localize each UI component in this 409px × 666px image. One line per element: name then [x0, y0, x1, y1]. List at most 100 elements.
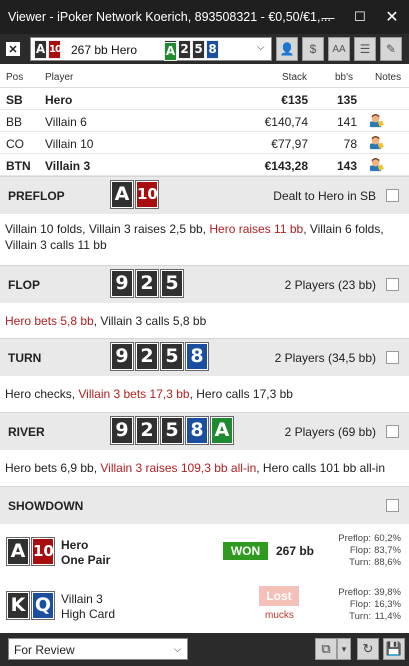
review-status-select[interactable]: For Review ⌵ — [8, 638, 188, 660]
equity-label: Turn: — [349, 611, 371, 622]
street-info: 2 Players (23 bb) — [284, 278, 376, 292]
refresh-icon[interactable]: ↻ — [357, 638, 379, 660]
header-player: Player — [45, 72, 74, 83]
equity-line: Flop: 83,7% — [335, 545, 401, 557]
street-turn-header: TURN 9258 2 Players (34,5 bb) — [0, 338, 409, 376]
player-name: Hero — [45, 93, 73, 107]
turn-cards: 9258 — [110, 342, 209, 371]
action-text: Hero bets 6,9 bb, — [5, 461, 101, 475]
player-name: Hero — [61, 538, 89, 552]
hand-select-label: 267 bb Hero — [71, 43, 138, 57]
font-size-icon[interactable]: AA — [328, 37, 350, 61]
street-info: 2 Players (69 bb) — [284, 425, 376, 439]
dropdown-chevron-icon[interactable]: ▾ — [337, 638, 351, 660]
playing-card: A — [110, 180, 134, 209]
window-titlebar: Viewer - iPoker Network Koerich, 8935083… — [0, 0, 409, 34]
playing-card: A — [164, 42, 177, 61]
dollar-icon[interactable]: $ — [302, 37, 324, 61]
playing-card: A — [6, 537, 30, 566]
review-checkbox[interactable] — [386, 351, 399, 364]
highlighted-action: Hero raises 11 bb — [209, 222, 304, 236]
equity-line: Preflop: 39,8% — [335, 587, 401, 599]
chevron-down-icon: ⌵ — [257, 42, 265, 53]
playing-card: 2 — [135, 269, 159, 298]
player-bbs: 78 — [343, 137, 357, 151]
action-text: , Hero calls 17,3 bb — [189, 387, 293, 401]
maximize-button[interactable]: ☐ — [343, 0, 377, 34]
flop-actions: Hero bets 5,8 bb, Villain 3 calls 5,8 bb — [5, 313, 403, 329]
save-icon[interactable]: 💾 — [383, 638, 405, 660]
player-position: CO — [6, 137, 24, 151]
playing-card: 9 — [110, 269, 134, 298]
showdown-player: Villain 3 High Card — [61, 592, 115, 622]
equity-value: 39,8% — [374, 587, 401, 598]
showdown-cards: A 10 — [6, 537, 55, 566]
playing-card: 5 — [192, 40, 205, 59]
equity-line: Turn: 11,4% — [335, 611, 401, 623]
header-notes: Notes — [375, 72, 402, 83]
action-text: Villain 10 folds, Villain 3 raises 2,5 b… — [5, 222, 210, 236]
player-stack: €135 — [281, 93, 308, 107]
street-river-header: RIVER 9258A 2 Players (69 bb) — [0, 412, 409, 450]
player-name: Villain 10 — [45, 137, 94, 151]
highlighted-action: Hero bets 5,8 bb — [5, 314, 94, 328]
player-stack: €143,28 — [264, 159, 308, 173]
review-checkbox[interactable] — [386, 425, 399, 438]
showdown-cards: KQ — [6, 591, 55, 620]
playing-card: 2 — [135, 416, 159, 445]
player-row[interactable]: CO Villain 10 €77,97 78 — [0, 132, 409, 154]
won-badge: WON — [223, 542, 268, 560]
hole-cards: A 10 — [34, 40, 62, 59]
player-name: Villain 3 — [61, 592, 103, 606]
playing-card: 2 — [178, 40, 191, 59]
street-showdown-header: SHOWDOWN — [0, 486, 409, 524]
review-checkbox[interactable] — [386, 278, 399, 291]
player-bbs: 135 — [336, 93, 357, 107]
player-name: Villain 3 — [45, 159, 91, 173]
player-row[interactable]: BB Villain 6 €140,74 141 — [0, 110, 409, 132]
lost-badge: Lost — [259, 586, 299, 606]
playing-card: K — [6, 591, 30, 620]
turn-actions: Hero checks, Villain 3 bets 17,3 bb, Her… — [5, 386, 403, 402]
preflop-actions: Villain 10 folds, Villain 3 raises 2,5 b… — [5, 221, 403, 253]
review-checkbox[interactable] — [386, 189, 399, 202]
player-row[interactable]: SB Hero €135 135 — [0, 88, 409, 110]
playing-card: Q — [31, 591, 55, 620]
player-note-icon[interactable] — [369, 135, 384, 150]
player-note-icon[interactable] — [369, 113, 384, 128]
chevron-down-icon: ⌵ — [174, 644, 181, 654]
street-name: TURN — [8, 351, 42, 365]
edit-icon[interactable]: ✎ — [380, 37, 402, 61]
copy-icon[interactable]: ⧉ — [315, 638, 337, 660]
review-status-value: For Review — [14, 643, 75, 657]
hand-rank: One Pair — [61, 553, 111, 567]
equity-table: Preflop: 39,8% Flop: 16,3% Turn: 11,4% — [335, 587, 401, 623]
toolbar: ✕ A10 267 bb Hero 9258A ⌵ 👤 $ AA ☰ ✎ — [0, 34, 409, 64]
close-window-button[interactable]: ✕ — [375, 0, 409, 34]
highlighted-action: Villain 3 bets 17,3 bb — [78, 387, 190, 401]
player-note-icon[interactable] — [369, 157, 384, 172]
player-bbs: 141 — [336, 115, 357, 129]
equity-value: 16,3% — [374, 599, 401, 610]
action-text: , Villain 3 calls 5,8 bb — [93, 314, 207, 328]
equity-line: Turn: 88,6% — [335, 557, 401, 569]
playing-card: 8 — [206, 40, 219, 59]
close-icon[interactable]: ✕ — [6, 42, 20, 56]
header-pos: Pos — [6, 72, 24, 83]
action-text: , Hero calls 101 bb all-in — [256, 461, 385, 475]
player-row[interactable]: BTN Villain 3 €143,28 143 — [0, 154, 409, 176]
mucks-label: mucks — [265, 610, 294, 621]
playing-card: 5 — [160, 416, 184, 445]
minimize-button[interactable]: — — [311, 0, 345, 34]
showdown-player: Hero One Pair — [61, 538, 110, 568]
review-checkbox[interactable] — [386, 499, 399, 512]
equity-label: Flop: — [349, 599, 371, 610]
players-table-header: Pos Player Stack bb's Notes — [0, 64, 409, 88]
list-icon[interactable]: ☰ — [354, 37, 376, 61]
highlighted-action: Villain 3 raises 109,3 bb all-in — [100, 461, 257, 475]
player-icon[interactable]: 👤 — [276, 37, 298, 61]
hand-select-dropdown[interactable]: A10 267 bb Hero 9258A ⌵ — [30, 37, 272, 61]
action-text: Hero checks, — [5, 387, 79, 401]
street-name: PREFLOP — [8, 189, 65, 203]
player-stack: €140,74 — [264, 115, 308, 129]
